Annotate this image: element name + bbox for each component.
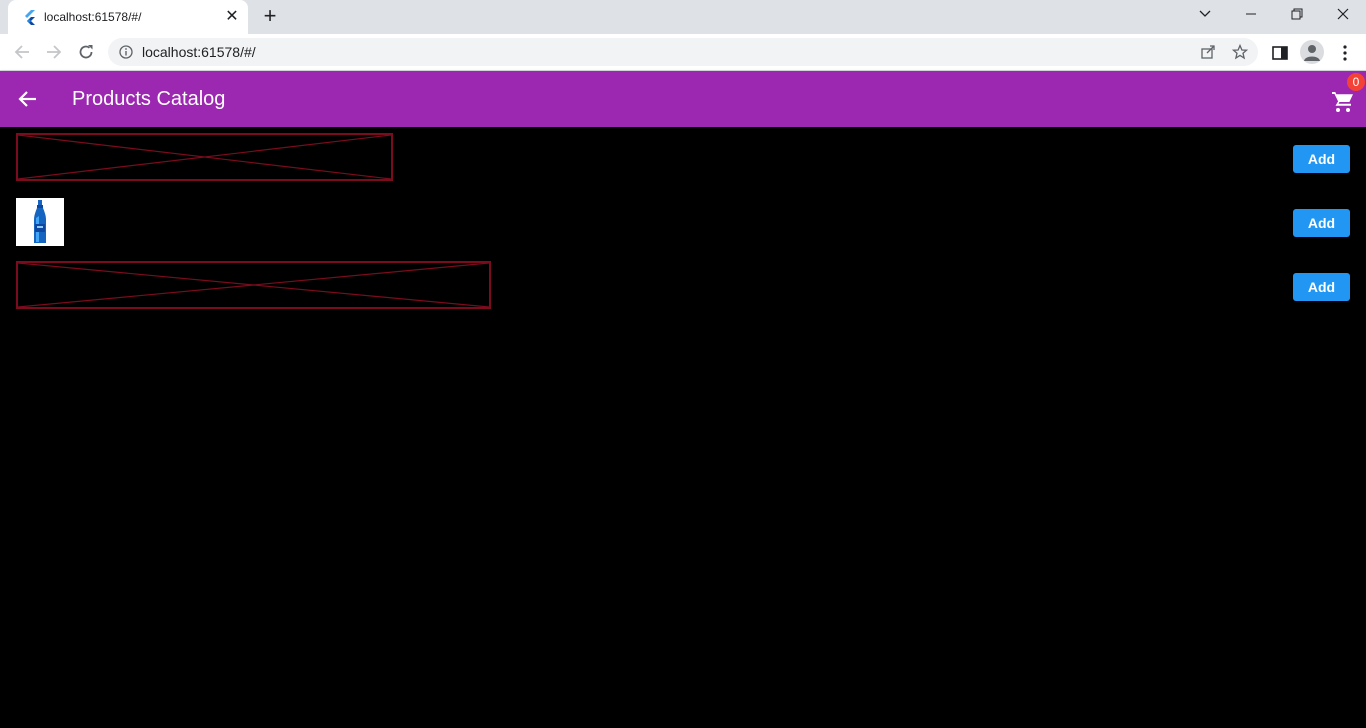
reload-icon — [79, 45, 93, 59]
more-vert-icon[interactable] — [1336, 44, 1354, 62]
blue-bottle-icon — [34, 200, 46, 243]
browser-tab[interactable]: localhost:61578/#/ ✕ — [8, 0, 248, 34]
share-icon[interactable] — [1200, 44, 1216, 60]
list-item: Add — [0, 191, 1366, 255]
add-button[interactable]: Add — [1293, 273, 1350, 301]
close-icon — [1337, 8, 1349, 20]
chevron-down-icon — [1199, 10, 1211, 17]
person-icon — [1304, 45, 1320, 61]
tab-search-button[interactable] — [1182, 0, 1228, 30]
tab-close-icon[interactable]: ✕ — [222, 7, 242, 27]
arrow-left-icon — [14, 45, 29, 59]
address-bar[interactable]: localhost:61578/#/ — [108, 38, 1258, 66]
add-button[interactable]: Add — [1293, 209, 1350, 237]
product-image — [16, 198, 64, 246]
add-button[interactable]: Add — [1293, 145, 1350, 173]
url-text: localhost:61578/#/ — [142, 44, 256, 60]
close-window-button[interactable] — [1320, 0, 1366, 30]
flutter-favicon-icon — [25, 10, 35, 25]
side-panel-icon[interactable] — [1271, 44, 1289, 62]
site-info-icon[interactable] — [119, 45, 133, 59]
new-tab-button[interactable]: + — [258, 5, 282, 29]
browser-tab-strip: localhost:61578/#/ ✕ + — [0, 0, 1366, 34]
list-item: Add — [0, 127, 1366, 191]
browser-toolbar: localhost:61578/#/ — [0, 34, 1366, 71]
broken-image-icon — [16, 261, 491, 309]
broken-image-icon — [16, 133, 393, 181]
restore-button[interactable] — [1274, 0, 1320, 30]
forward-nav-button[interactable] — [42, 40, 66, 64]
list-item: Add — [0, 255, 1366, 319]
back-nav-button[interactable] — [10, 40, 34, 64]
app-bar: Products Catalog — [0, 71, 1366, 127]
bookmark-star-icon[interactable] — [1232, 44, 1248, 60]
profile-avatar[interactable] — [1300, 40, 1324, 64]
back-arrow-icon[interactable] — [16, 87, 40, 111]
minimize-button[interactable] — [1228, 0, 1274, 30]
cart-count-badge: 0 — [1347, 73, 1365, 91]
reload-button[interactable] — [74, 40, 98, 64]
arrow-right-icon — [47, 45, 62, 59]
page-title: Products Catalog — [72, 88, 226, 110]
restore-icon — [1291, 8, 1303, 20]
tab-title: localhost:61578/#/ — [44, 10, 142, 24]
shopping-cart-icon[interactable] — [1331, 90, 1355, 114]
minimize-icon — [1246, 13, 1256, 15]
